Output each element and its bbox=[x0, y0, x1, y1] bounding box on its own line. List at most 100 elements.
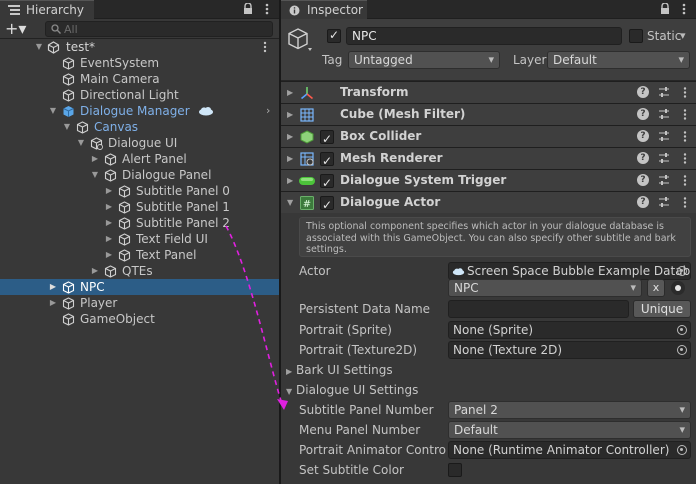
actor-database-field[interactable]: Screen Space Bubble Example Datab bbox=[448, 262, 691, 280]
layer-dropdown[interactable]: Default bbox=[547, 51, 690, 69]
help-icon[interactable]: ? bbox=[637, 108, 649, 120]
fold-arrow-icon[interactable]: ▶ bbox=[104, 215, 114, 231]
kebab-menu-icon[interactable] bbox=[681, 2, 687, 16]
search-input[interactable] bbox=[64, 22, 264, 36]
fold-arrow-icon[interactable]: ▶ bbox=[287, 126, 293, 147]
tree-row[interactable]: ▼ Dialogue UI bbox=[0, 135, 279, 151]
actor-dropdown[interactable]: NPC bbox=[448, 279, 642, 297]
help-icon[interactable]: ? bbox=[637, 86, 649, 98]
lock-icon[interactable] bbox=[660, 3, 670, 15]
component-dialogue-system-trigger[interactable]: ▶ Dialogue System Trigger ? bbox=[281, 169, 696, 194]
enabled-checkbox[interactable] bbox=[320, 151, 334, 172]
lock-icon[interactable] bbox=[243, 3, 253, 15]
kebab-menu-icon[interactable] bbox=[683, 174, 687, 187]
object-picker-icon[interactable] bbox=[677, 345, 687, 355]
preset-sliders-icon[interactable] bbox=[658, 196, 670, 209]
fold-arrow-icon[interactable]: ▶ bbox=[287, 170, 293, 191]
tree-row[interactable]: ▶ QTEs bbox=[0, 263, 279, 279]
object-picker-icon[interactable] bbox=[677, 445, 687, 455]
enabled-checkbox[interactable] bbox=[320, 129, 334, 150]
bark-ui-settings-foldout[interactable]: ▶ Bark UI Settings bbox=[286, 362, 393, 380]
hierarchy-search[interactable] bbox=[45, 21, 273, 37]
tree-row[interactable]: EventSystem bbox=[0, 55, 279, 71]
fold-arrow-icon[interactable]: ▶ bbox=[287, 82, 293, 103]
fold-arrow-icon[interactable]: ▶ bbox=[104, 183, 114, 199]
preset-sliders-icon[interactable] bbox=[658, 174, 670, 187]
fold-arrow-icon[interactable]: ▶ bbox=[286, 364, 296, 380]
menu-panel-dropdown[interactable]: Default bbox=[448, 421, 691, 439]
component-mesh-filter[interactable]: ▶ Cube (Mesh Filter) ? bbox=[281, 103, 696, 125]
portrait-sprite-field[interactable]: None (Sprite) bbox=[448, 321, 691, 339]
fold-arrow-icon[interactable]: ▶ bbox=[104, 231, 114, 247]
add-object-button[interactable]: +▾ bbox=[5, 21, 35, 37]
kebab-menu-icon[interactable] bbox=[263, 40, 267, 54]
fold-arrow-icon[interactable]: ▼ bbox=[34, 39, 44, 55]
tree-row[interactable]: GameObject bbox=[0, 311, 279, 327]
tree-row[interactable]: ▶ Subtitle Panel 1 bbox=[0, 199, 279, 215]
preset-sliders-icon[interactable] bbox=[658, 86, 670, 99]
subtitle-color-checkbox[interactable] bbox=[448, 463, 462, 477]
preset-sliders-icon[interactable] bbox=[658, 130, 670, 143]
preset-sliders-icon[interactable] bbox=[658, 108, 670, 121]
fold-arrow-icon[interactable]: ▶ bbox=[48, 279, 58, 295]
tree-row[interactable]: ▶ Player bbox=[0, 295, 279, 311]
tag-dropdown[interactable]: Untagged bbox=[348, 51, 500, 69]
help-icon[interactable]: ? bbox=[637, 196, 649, 208]
tree-row[interactable]: ▼ Canvas bbox=[0, 119, 279, 135]
tree-row[interactable]: Directional Light bbox=[0, 87, 279, 103]
gameobject-cube-icon[interactable] bbox=[287, 27, 313, 53]
scene-row[interactable]: ▼ test* bbox=[0, 39, 279, 55]
fold-arrow-icon[interactable]: ▶ bbox=[104, 199, 114, 215]
tree-row[interactable]: Main Camera bbox=[0, 71, 279, 87]
chevron-right-icon[interactable]: › bbox=[266, 103, 270, 119]
help-icon[interactable]: ? bbox=[637, 174, 649, 186]
portrait-texture-field[interactable]: None (Texture 2D) bbox=[448, 341, 691, 359]
kebab-menu-icon[interactable] bbox=[683, 130, 687, 143]
fold-arrow-icon[interactable]: ▼ bbox=[90, 167, 100, 183]
fold-arrow-icon[interactable]: ▶ bbox=[104, 247, 114, 263]
chevron-down-icon[interactable]: ▾ bbox=[680, 29, 686, 42]
tree-row-dialogue-manager[interactable]: ▼ Dialogue Manager › bbox=[0, 103, 279, 119]
kebab-menu-icon[interactable] bbox=[683, 196, 687, 209]
dialogue-ui-settings-foldout[interactable]: ▼ Dialogue UI Settings bbox=[286, 382, 418, 400]
clear-actor-button[interactable]: x bbox=[647, 279, 665, 297]
kebab-menu-icon[interactable] bbox=[683, 152, 687, 165]
active-checkbox[interactable] bbox=[327, 28, 341, 43]
kebab-menu-icon[interactable] bbox=[683, 108, 687, 121]
fold-arrow-icon[interactable]: ▼ bbox=[76, 135, 86, 151]
subtitle-panel-dropdown[interactable]: Panel 2 bbox=[448, 401, 691, 419]
tree-row[interactable]: ▶ Subtitle Panel 0 bbox=[0, 183, 279, 199]
fold-arrow-icon[interactable]: ▼ bbox=[286, 384, 296, 400]
fold-arrow-icon[interactable]: ▶ bbox=[48, 295, 58, 311]
persistent-data-input[interactable] bbox=[448, 300, 629, 318]
unique-button[interactable]: Unique bbox=[633, 300, 691, 318]
tree-row[interactable]: ▼ Dialogue Panel bbox=[0, 167, 279, 183]
kebab-menu-icon[interactable] bbox=[264, 2, 270, 16]
fold-arrow-icon[interactable]: ▶ bbox=[287, 104, 293, 125]
fold-arrow-icon[interactable]: ▼ bbox=[48, 103, 58, 119]
tab-inspector[interactable]: Inspector bbox=[281, 0, 367, 19]
fold-arrow-icon[interactable]: ▼ bbox=[62, 119, 72, 135]
component-dialogue-actor[interactable]: ▼ # Dialogue Actor ? bbox=[281, 191, 696, 216]
enabled-checkbox[interactable] bbox=[320, 195, 334, 216]
static-checkbox[interactable] bbox=[629, 29, 643, 43]
help-icon[interactable]: ? bbox=[637, 130, 649, 142]
fold-arrow-icon[interactable]: ▼ bbox=[287, 192, 293, 213]
fold-arrow-icon[interactable]: ▶ bbox=[90, 263, 100, 279]
enabled-checkbox[interactable] bbox=[320, 173, 334, 194]
component-transform[interactable]: ▶ Transform ? bbox=[281, 81, 696, 103]
help-icon[interactable]: ? bbox=[637, 152, 649, 164]
actor-picker-icon[interactable] bbox=[671, 281, 685, 295]
tree-row[interactable]: ▶ Alert Panel bbox=[0, 151, 279, 167]
object-name-field[interactable]: NPC bbox=[346, 27, 622, 45]
fold-arrow-icon[interactable]: ▶ bbox=[287, 148, 293, 169]
fold-arrow-icon[interactable]: ▶ bbox=[90, 151, 100, 167]
object-picker-icon[interactable] bbox=[677, 266, 687, 276]
tree-row[interactable]: ▶ Text Field UI bbox=[0, 231, 279, 247]
tree-row-subtitle-panel-2[interactable]: ▶ Subtitle Panel 2 bbox=[0, 215, 279, 231]
tab-hierarchy[interactable]: Hierarchy bbox=[0, 0, 94, 19]
animator-field[interactable]: None (Runtime Animator Controller) bbox=[448, 441, 691, 459]
kebab-menu-icon[interactable] bbox=[683, 86, 687, 99]
object-picker-icon[interactable] bbox=[677, 325, 687, 335]
component-mesh-renderer[interactable]: ▶ Mesh Renderer ? bbox=[281, 147, 696, 172]
